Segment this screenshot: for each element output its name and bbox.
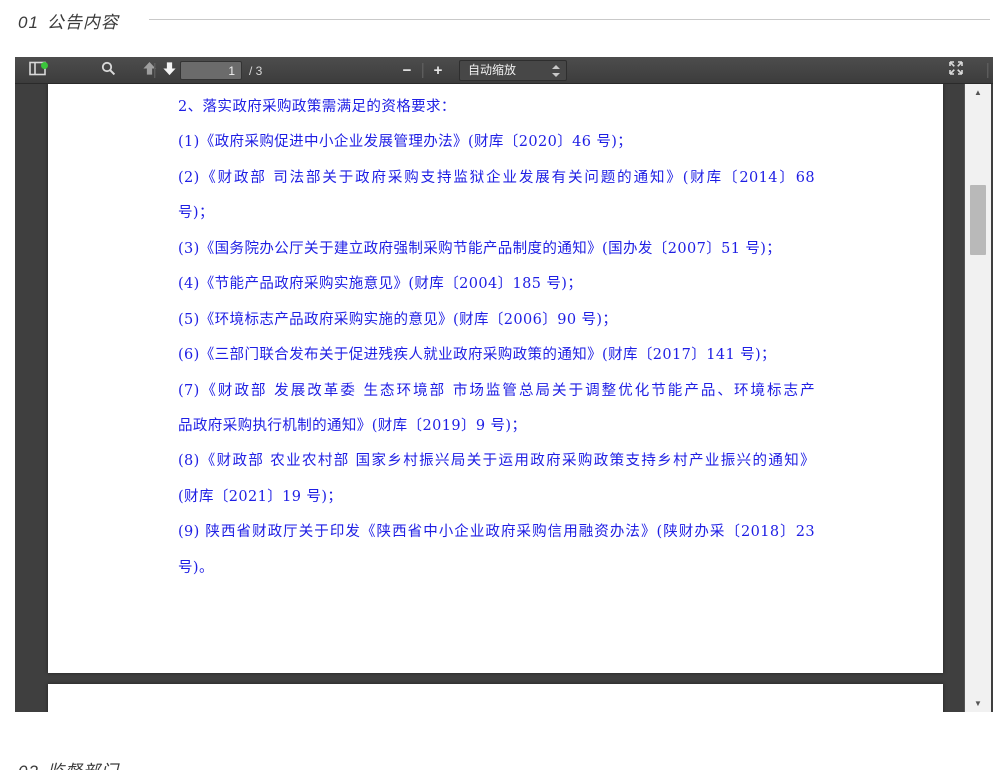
scrollbar-thumb[interactable]: [970, 185, 986, 255]
page-count-label: / 3: [249, 64, 262, 78]
section-number: 02: [18, 762, 39, 770]
sidebar-toggle-button[interactable]: [26, 60, 48, 81]
fullscreen-button[interactable]: [945, 60, 967, 81]
pdf-toolbar: / 3 − + 自动缩放: [15, 57, 993, 84]
page-number-input[interactable]: [180, 61, 242, 80]
doc-line: 品政府采购执行机制的通知》(财库〔2019〕9 号)；: [178, 409, 838, 444]
doc-line: (4)《节能产品政府采购实施意见》(财库〔2004〕185 号)；: [178, 267, 838, 302]
zoom-out-icon: −: [403, 63, 412, 78]
zoom-out-button[interactable]: −: [396, 60, 418, 81]
chevron-updown-icon: [551, 64, 560, 78]
doc-line: (7)《财政部 发展改革委 生态环境部 市场监管总局关于调整优化节能产品、环境标…: [178, 374, 815, 409]
doc-line: (9) 陕西省财政厅关于印发《陕西省中小企业政府采购信用融资办法》(陕财办采〔2…: [178, 515, 815, 550]
zoom-in-icon: +: [434, 63, 443, 78]
toolbar-separator: [154, 63, 155, 78]
pdf-page-1: 2、落实政府采购政策需满足的资格要求： (1)《政府采购促进中小企业发展管理办法…: [48, 84, 943, 673]
doc-line: (2)《财政部 司法部关于政府采购支持监狱企业发展有关问题的通知》(财库〔201…: [178, 161, 815, 196]
zoom-scale-select[interactable]: 自动缩放: [459, 60, 567, 81]
section-heading-top: 01 公告内容: [18, 8, 119, 33]
scroll-down-button[interactable]: ▼: [965, 696, 991, 711]
doc-line: 号)。: [178, 551, 838, 586]
doc-line: (5)《环境标志产品政府采购实施的意见》(财库〔2006〕90 号)；: [178, 303, 838, 338]
toolbar-separator: [987, 63, 988, 78]
doc-line: (3)《国务院办公厅关于建立政府强制采购节能产品制度的通知》(国办发〔2007〕…: [178, 232, 838, 267]
triangle-down-icon: ▼: [974, 699, 982, 708]
zoom-scale-value: 自动缩放: [468, 63, 516, 77]
section-heading-bottom: 02 监督部门: [18, 757, 119, 770]
previous-page-button[interactable]: [138, 60, 160, 81]
notification-dot: [41, 62, 48, 69]
search-icon: [101, 61, 116, 81]
pdf-viewer: / 3 − + 自动缩放 2、落实政: [15, 57, 993, 712]
fullscreen-expand-icon: [948, 60, 964, 81]
doc-line: (财库〔2021〕19 号)；: [178, 480, 838, 515]
scroll-up-button[interactable]: ▲: [965, 85, 991, 100]
search-button[interactable]: [97, 60, 119, 81]
section-title: 监督部门: [47, 762, 119, 770]
document-text-block: 2、落实政府采购政策需满足的资格要求： (1)《政府采购促进中小企业发展管理办法…: [178, 90, 838, 586]
doc-line: 号)；: [178, 196, 838, 231]
doc-line: 2、落实政府采购政策需满足的资格要求：: [178, 90, 838, 125]
heading-rule: [149, 19, 990, 20]
section-title: 公告内容: [47, 13, 119, 32]
zoom-in-button[interactable]: +: [427, 60, 449, 81]
toolbar-separator: [422, 63, 423, 78]
triangle-up-icon: ▲: [974, 88, 982, 97]
pdf-viewer-canvas: 2、落实政府采购政策需满足的资格要求： (1)《政府采购促进中小企业发展管理办法…: [15, 84, 993, 712]
doc-line: (1)《政府采购促进中小企业发展管理办法》(财库〔2020〕46 号)；: [178, 125, 838, 160]
page-down-icon: [162, 61, 177, 81]
doc-line: (6)《三部门联合发布关于促进残疾人就业政府采购政策的通知》(财库〔2017〕1…: [178, 338, 838, 373]
doc-line: (8)《财政部 农业农村部 国家乡村振兴局关于运用政府采购政策支持乡村产业振兴的…: [178, 444, 815, 479]
section-number: 01: [18, 13, 39, 32]
pdf-page-2: [48, 684, 943, 712]
next-page-button[interactable]: [158, 60, 180, 81]
vertical-scrollbar[interactable]: ▲ ▼: [964, 84, 991, 712]
